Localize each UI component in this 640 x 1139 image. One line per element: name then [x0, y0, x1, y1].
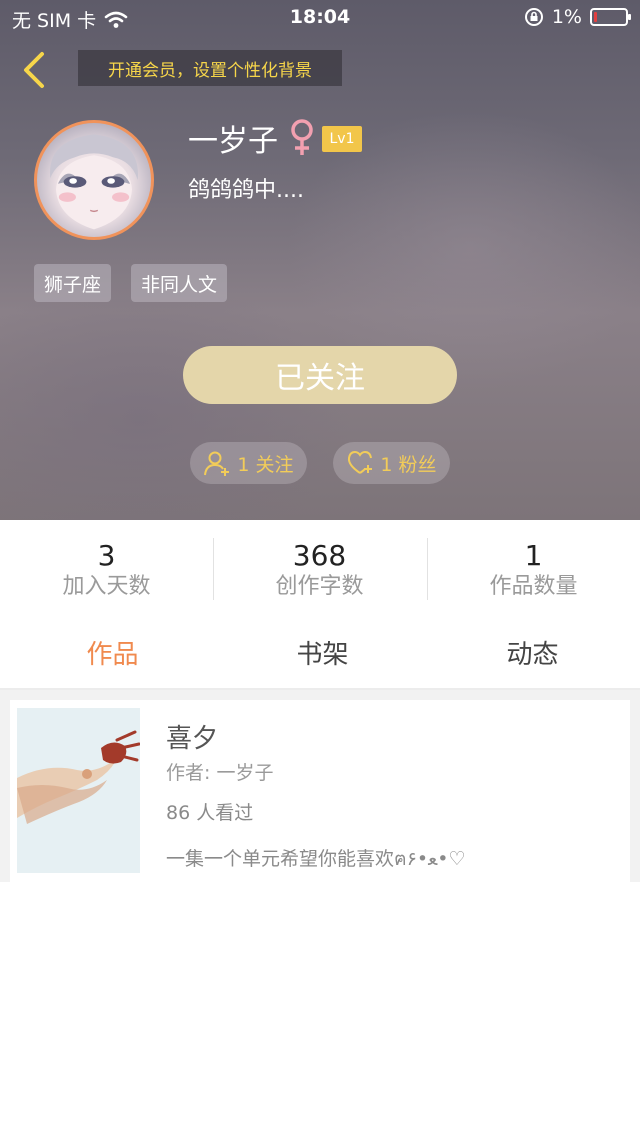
avatar[interactable]	[34, 120, 154, 240]
fans-count: 1 粉丝	[380, 453, 437, 476]
stats-section: 3 加入天数 368 创作字数 1 作品数量	[0, 520, 640, 616]
following-button[interactable]: 1 关注	[190, 442, 307, 484]
stat-value: 3	[97, 539, 116, 572]
rotation-lock-icon	[524, 8, 543, 26]
status-right: 1%	[524, 6, 631, 28]
battery-percent: 1%	[551, 6, 582, 28]
stat-label: 加入天数	[62, 574, 151, 599]
stat-value: 368	[292, 539, 347, 572]
vip-banner[interactable]: 开通会员，设置个性化背景	[78, 50, 342, 86]
work-description: 一集一个单元希望你能喜欢ฅ۶•ﻌ•♡	[166, 848, 466, 870]
work-item[interactable]: 喜夕 作者: 一岁子 86 人看过 一集一个单元希望你能喜欢ฅ۶•ﻌ•♡	[10, 700, 630, 882]
stat-word-count: 368 创作字数	[213, 540, 426, 602]
username: 一岁子	[188, 124, 278, 159]
tab-works[interactable]: 作品	[6, 634, 219, 671]
cover-illustration	[17, 708, 140, 873]
stat-works-count: 1 作品数量	[427, 540, 640, 602]
level-badge: Lv1	[322, 126, 362, 152]
stat-label: 创作字数	[275, 574, 364, 599]
fans-button[interactable]: 1 粉丝	[333, 442, 450, 484]
stat-label: 作品数量	[489, 574, 578, 599]
stat-value: 1	[524, 539, 543, 572]
avatar-illustration	[50, 134, 138, 230]
battery-fill	[594, 12, 597, 22]
status-bar: 无 SIM 卡 18:04 1%	[0, 0, 640, 36]
stat-join-days: 3 加入天数	[0, 540, 213, 602]
book-cover	[17, 708, 140, 873]
chevron-left-icon	[24, 52, 44, 88]
work-views: 86 人看过	[166, 802, 254, 824]
user-bio: 鸽鸽鸽中....	[188, 178, 304, 203]
work-author: 作者: 一岁子	[166, 762, 274, 784]
battery-icon	[590, 8, 631, 26]
work-title: 喜夕	[166, 724, 219, 754]
following-count: 1 关注	[237, 453, 294, 476]
user-plus-icon	[204, 451, 230, 476]
tag-genre[interactable]: 非同人文	[131, 264, 228, 302]
female-icon	[291, 119, 313, 155]
tab-bookshelf[interactable]: 书架	[216, 634, 429, 671]
heart-plus-icon	[348, 450, 373, 474]
tag-zodiac[interactable]: 狮子座	[34, 264, 112, 302]
profile-header: 无 SIM 卡 18:04 1% 开通会员，设置个性化背景 一岁子 Lv1 鸽鸽…	[0, 0, 640, 520]
follow-button[interactable]: 已关注	[183, 346, 457, 404]
tab-activity[interactable]: 动态	[426, 634, 639, 671]
tab-bar: 作品 书架 动态	[0, 616, 640, 690]
back-button[interactable]	[14, 48, 54, 92]
